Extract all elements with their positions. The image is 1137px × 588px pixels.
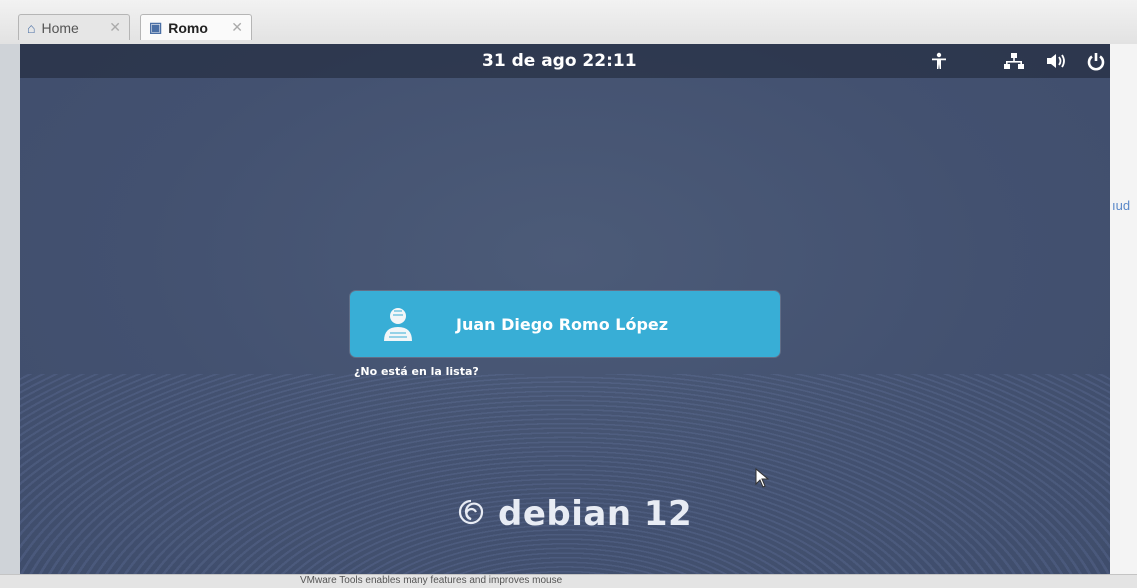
tab-romo-label: Romo [168, 19, 208, 36]
accessibility-icon[interactable] [930, 52, 948, 75]
network-icon[interactable] [1004, 52, 1024, 75]
vmware-tools-hint[interactable]: VMware Tools enables many features and i… [300, 575, 562, 586]
debian-branding: debian 12 [456, 494, 692, 534]
tab-home-label: Home [41, 19, 79, 36]
host-window-left-edge [0, 44, 20, 587]
debian-version-label: debian 12 [498, 494, 693, 534]
screen-moire [20, 374, 1110, 574]
mouse-pointer-icon [755, 467, 771, 488]
user-name: Juan Diego Romo López [456, 315, 669, 334]
gnome-top-bar: 31 de ago 22:11 [20, 44, 1110, 78]
power-icon[interactable] [1086, 52, 1106, 77]
close-icon[interactable]: ✕ [109, 19, 121, 36]
vmware-status-bar: VMware Tools enables many features and i… [0, 574, 1137, 588]
close-icon[interactable]: ✕ [231, 19, 243, 36]
vmware-tab-bar: ⌂ Home ✕ ▣ Romo ✕ [0, 0, 1137, 45]
tab-home[interactable]: ⌂ Home ✕ [18, 14, 130, 40]
tab-romo[interactable]: ▣ Romo ✕ [140, 14, 252, 40]
user-list-item[interactable]: Juan Diego Romo López [350, 291, 780, 357]
guest-screen[interactable]: 31 de ago 22:11 Juan Diego Romo López ¿N… [20, 44, 1110, 574]
not-listed-link[interactable]: ¿No está en la lista? [354, 365, 479, 378]
user-avatar-icon [380, 305, 416, 343]
vm-icon: ▣ [149, 19, 163, 35]
host-partial-text: ıud [1112, 198, 1131, 213]
host-window-right-edge: ıud [1107, 44, 1137, 587]
debian-swirl-icon [456, 497, 486, 532]
clock[interactable]: 31 de ago 22:11 [482, 51, 637, 71]
home-icon: ⌂ [27, 19, 36, 36]
volume-icon[interactable] [1046, 52, 1068, 75]
